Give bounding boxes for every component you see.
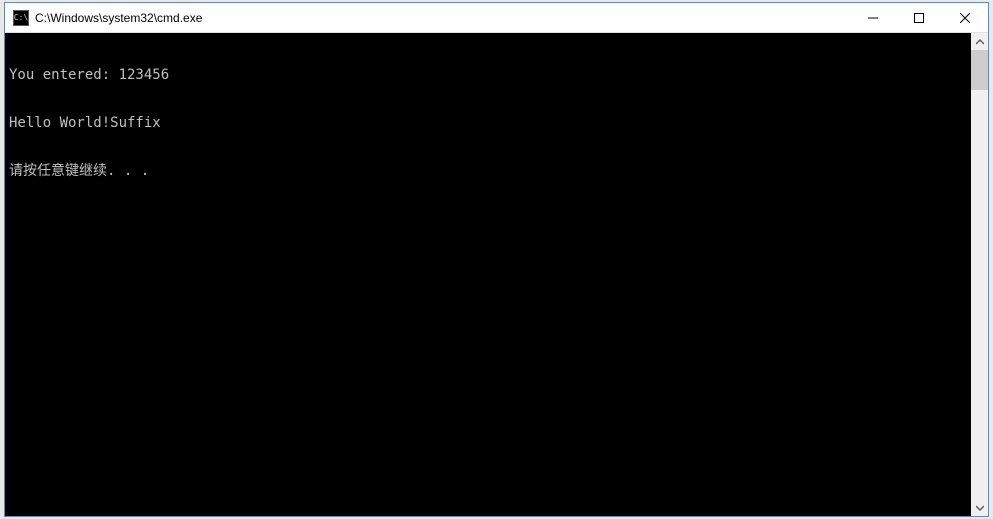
minimize-icon: [868, 13, 878, 23]
titlebar[interactable]: C:\ C:\Windows\system32\cmd.exe: [5, 3, 988, 33]
close-button[interactable]: [942, 3, 988, 33]
console-line: You entered: 123456: [9, 67, 984, 83]
console-area[interactable]: You entered: 123456 Hello World!Suffix 请…: [5, 33, 988, 516]
window-title: C:\Windows\system32\cmd.exe: [35, 11, 850, 25]
maximize-button[interactable]: [896, 3, 942, 33]
scrollbar-thumb[interactable]: [971, 50, 988, 90]
scroll-down-button[interactable]: [971, 499, 988, 516]
scrollbar-track[interactable]: [971, 50, 988, 499]
vertical-scrollbar[interactable]: [971, 33, 988, 516]
scroll-up-button[interactable]: [971, 33, 988, 50]
window-controls: [850, 3, 988, 32]
cmd-icon: C:\: [13, 10, 29, 26]
chevron-up-icon: [976, 38, 984, 46]
cmd-window: C:\ C:\Windows\system32\cmd.exe You ente…: [4, 2, 989, 517]
console-line: Hello World!Suffix: [9, 115, 984, 131]
console-line: 请按任意键继续. . .: [9, 163, 984, 179]
chevron-down-icon: [976, 504, 984, 512]
close-icon: [960, 13, 970, 23]
minimize-button[interactable]: [850, 3, 896, 33]
maximize-icon: [914, 13, 924, 23]
console-output: You entered: 123456 Hello World!Suffix 请…: [5, 33, 988, 213]
